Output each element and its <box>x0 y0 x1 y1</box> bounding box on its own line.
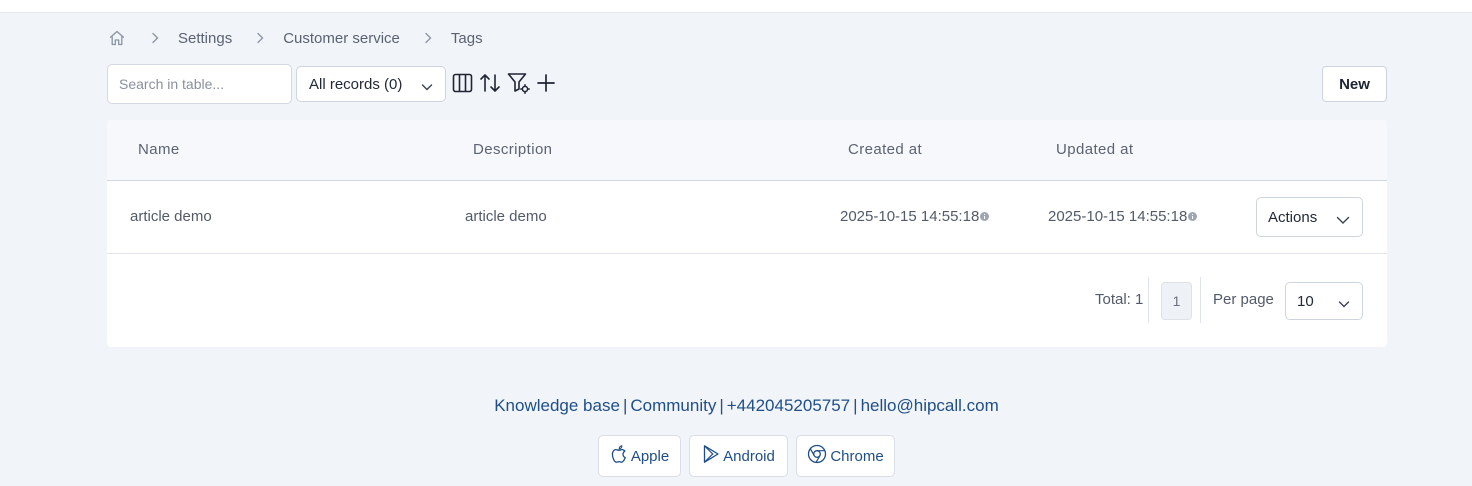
chevron-right-icon <box>145 31 165 45</box>
chrome-label: Chrome <box>830 447 884 465</box>
home-icon[interactable] <box>107 28 127 48</box>
per-page-select[interactable]: 10 <box>1285 282 1363 320</box>
apple-label: Apple <box>630 447 670 465</box>
updated-at-value: 2025-10-15 14:55:18 <box>1048 208 1188 225</box>
column-header-name[interactable]: Name <box>138 141 180 158</box>
breadcrumb-settings[interactable]: Settings <box>178 30 232 47</box>
divider <box>1200 277 1201 323</box>
table-header: Name Description Created at Updated at <box>107 120 1387 181</box>
cell-updated-at: 2025-10-15 14:55:18 <box>1048 208 1198 225</box>
created-at-value: 2025-10-15 14:55:18 <box>840 208 980 225</box>
page-button-1[interactable]: 1 <box>1161 282 1192 320</box>
new-button[interactable]: New <box>1322 66 1387 102</box>
apple-store-button[interactable]: Apple <box>598 435 681 477</box>
play-store-icon <box>702 444 720 468</box>
records-filter-select[interactable]: All records (0) <box>296 66 446 102</box>
chrome-store-button[interactable]: Chrome <box>796 435 895 477</box>
cell-description: article demo <box>465 208 547 225</box>
email-link[interactable]: hello@hipcall.com <box>861 396 999 415</box>
breadcrumb-customer-service[interactable]: Customer service <box>283 30 400 47</box>
total-count: Total: 1 <box>1095 291 1144 308</box>
records-filter-value: All records (0) <box>309 75 403 93</box>
search-input[interactable] <box>107 64 292 104</box>
footer-separator: | <box>853 396 858 415</box>
apple-icon <box>610 444 628 468</box>
phone-link[interactable]: +442045205757 <box>727 396 850 415</box>
chrome-icon <box>807 444 827 468</box>
breadcrumb: Settings Customer service Tags <box>107 27 483 49</box>
cell-name: article demo <box>130 208 212 225</box>
pagination: Total: 1 1 Per page 10 <box>107 254 1387 347</box>
info-icon[interactable] <box>1188 212 1198 221</box>
chevron-down-icon <box>421 79 433 96</box>
chevron-down-icon <box>1336 212 1350 229</box>
info-icon[interactable] <box>980 212 990 221</box>
android-store-button[interactable]: Android <box>689 435 788 477</box>
actions-label: Actions <box>1268 208 1318 226</box>
knowledge-base-link[interactable]: Knowledge base <box>494 396 620 415</box>
footer-separator: | <box>719 396 724 415</box>
cell-created-at: 2025-10-15 14:55:18 <box>840 208 990 225</box>
footer-links: Knowledge base | Community | +442045205757 | h… <box>0 396 1472 416</box>
actions-button[interactable]: Actions <box>1256 197 1363 237</box>
table-row[interactable]: article demo article demo 2025-10-15 14:… <box>107 181 1387 254</box>
breadcrumb-tags: Tags <box>450 29 483 47</box>
filter-settings-icon[interactable] <box>507 72 531 94</box>
chevron-right-icon <box>250 31 270 45</box>
sort-icon[interactable] <box>479 72 501 94</box>
tags-table: Name Description Created at Updated at a… <box>107 120 1387 347</box>
plus-icon[interactable] <box>535 72 557 94</box>
per-page-label: Per page <box>1213 291 1274 308</box>
per-page-value: 10 <box>1297 292 1314 310</box>
chevron-right-icon <box>418 31 438 45</box>
column-header-description[interactable]: Description <box>473 141 552 158</box>
divider <box>1148 277 1149 323</box>
chevron-down-icon <box>1338 296 1350 313</box>
top-bar <box>0 0 1472 13</box>
community-link[interactable]: Community <box>630 396 716 415</box>
android-label: Android <box>723 447 775 465</box>
column-header-created-at[interactable]: Created at <box>848 141 922 158</box>
columns-icon[interactable] <box>451 72 473 94</box>
column-header-updated-at[interactable]: Updated at <box>1056 141 1133 158</box>
footer-separator: | <box>622 396 628 415</box>
